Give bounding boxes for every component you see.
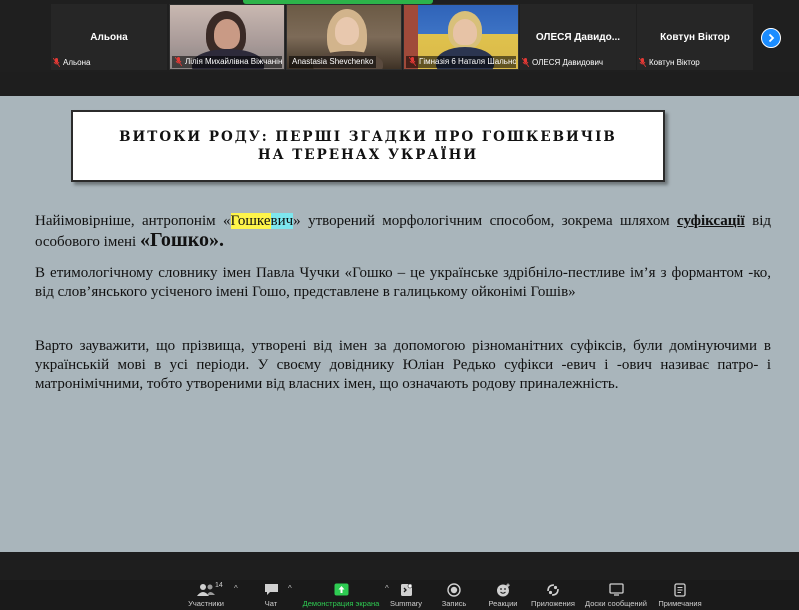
slide-title: ВИТОКИ РОДУ: ПЕРШІ ЗГАДКИ ПРО ГОШКЕВИЧІВ… [119, 129, 617, 163]
participant-name: Альона [90, 32, 128, 43]
meeting-toolbar: Участники 14 ^ Чат ^ Демонстрация экрана… [0, 580, 799, 610]
chat-button[interactable]: Чат [258, 582, 284, 609]
summary-button[interactable]: Summary [388, 582, 424, 609]
slide-paragraph-2: В етимологічному словнику імен Павла Чуч… [35, 265, 771, 300]
participants-options-caret[interactable]: ^ [234, 584, 238, 593]
record-icon [447, 582, 461, 597]
whiteboards-button[interactable]: Доски сообщений [584, 582, 648, 609]
emphasized-name: «Гошко». [139, 229, 225, 251]
participant-label: Гімназія 6 Наталя Шально... [419, 57, 516, 66]
participant-strip: Альона Альона Лілія Михайлівна Віжчаніна… [0, 0, 799, 72]
notes-button[interactable]: Примечания [656, 582, 704, 609]
participants-icon [197, 584, 215, 596]
presentation-slide: ВИТОКИ РОДУ: ПЕРШІ ЗГАДКИ ПРО ГОШКЕВИЧІВ… [0, 96, 799, 552]
slide-paragraph-1: Найімовірніше, антропонім «Гошкевич» утв… [35, 213, 772, 251]
participant-label: Anastasia Shevchenko [292, 57, 374, 66]
participant-tile-liliia[interactable]: Лілія Михайлівна Віжчаніна [169, 4, 285, 70]
chevron-right-icon [768, 33, 775, 43]
whiteboard-icon [608, 583, 624, 596]
muted-mic-icon [522, 58, 529, 67]
slide-paragraph-3: Варто зауважити, що прізвища, утворені в… [35, 338, 771, 392]
participant-label: Ковтун Віктор [649, 58, 700, 67]
participant-name: ОЛЕСЯ Давидо... [535, 32, 621, 43]
muted-mic-icon [639, 58, 646, 67]
reactions-icon [496, 583, 510, 596]
participant-tile-alona[interactable]: Альона Альона [51, 4, 167, 70]
summary-icon [400, 583, 412, 596]
next-participants-button[interactable] [761, 28, 781, 48]
participant-name: Ковтун Віктор [660, 32, 730, 43]
muted-mic-icon [53, 58, 60, 67]
participant-label: Альона [63, 58, 91, 67]
participant-label: Лілія Михайлівна Віжчаніна [185, 57, 282, 66]
participant-label: ОЛЕСЯ Давидович [532, 58, 604, 67]
share-screen-icon [334, 583, 348, 596]
record-button[interactable]: Запись [439, 582, 469, 609]
muted-mic-icon [175, 57, 182, 66]
participants-count: 14 [215, 582, 223, 589]
participant-tile-anastasia[interactable]: Anastasia Shevchenko [286, 4, 402, 70]
highlight-yellow: Гошке [230, 213, 271, 229]
participant-tile-kovtun[interactable]: Ковтун Віктор Ковтун Віктор [637, 4, 753, 70]
muted-mic-icon [409, 57, 416, 66]
highlight-cyan: вич [270, 213, 294, 229]
participant-tile-olesia[interactable]: ОЛЕСЯ Давидо... ОЛЕСЯ Давидович [520, 4, 636, 70]
apps-icon [547, 583, 559, 596]
underlined-term: суфіксації [676, 213, 745, 229]
slide-title-box: ВИТОКИ РОДУ: ПЕРШІ ЗГАДКИ ПРО ГОШКЕВИЧІВ… [71, 110, 665, 182]
chat-options-caret[interactable]: ^ [288, 584, 292, 593]
apps-button[interactable]: Приложения [530, 582, 576, 609]
chat-icon [264, 584, 278, 595]
notes-icon [674, 582, 686, 597]
share-screen-button[interactable]: Демонстрация экрана [300, 582, 382, 609]
reactions-button[interactable]: Реакции [486, 582, 520, 609]
participant-tile-natalia[interactable]: Гімназія 6 Наталя Шально... [403, 4, 519, 70]
